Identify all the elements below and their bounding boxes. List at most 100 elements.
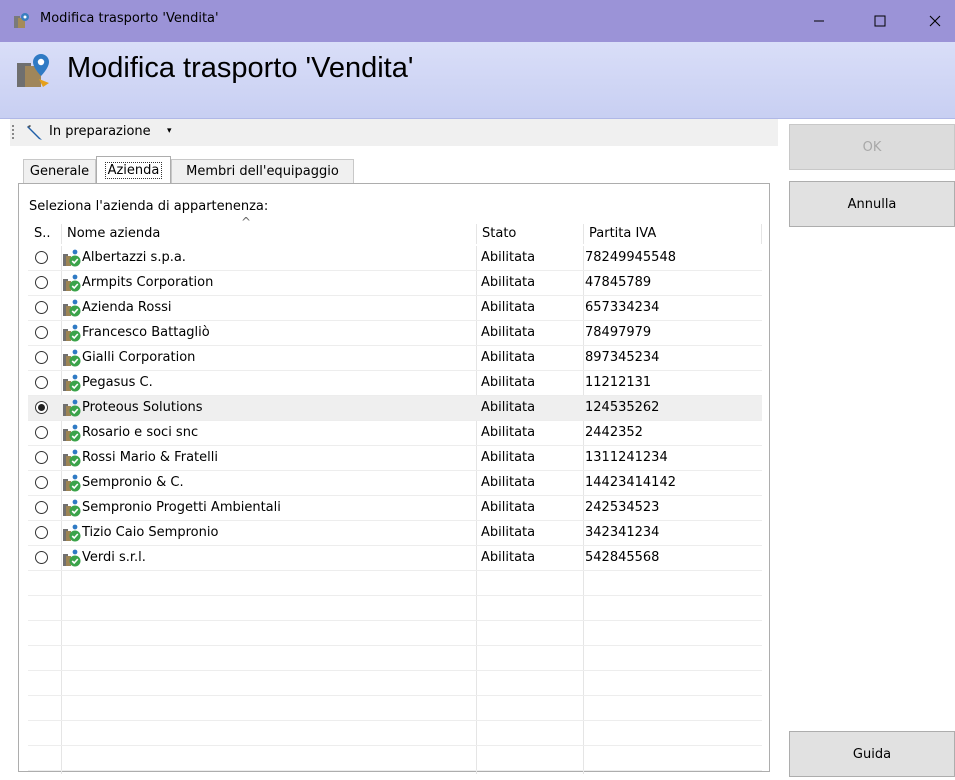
company-radio[interactable] (35, 376, 48, 389)
company-name: Verdi s.r.l. (82, 550, 146, 565)
company-radio[interactable] (35, 476, 48, 489)
company-vat: 78249945548 (585, 250, 676, 265)
company-vat: 124535262 (585, 400, 660, 415)
table-row[interactable]: Verdi s.r.l. Abilitata 542845568 (28, 546, 762, 571)
column-header-name[interactable]: Nome azienda (61, 222, 476, 246)
company-enabled-icon (63, 349, 81, 367)
company-name: Azienda Rossi (82, 300, 172, 315)
company-vat: 657334234 (585, 300, 660, 315)
company-vat: 342341234 (585, 525, 660, 540)
table-row[interactable]: Azienda Rossi Abilitata 657334234 (28, 296, 762, 321)
tab-azienda[interactable]: Azienda (96, 156, 171, 184)
window-title: Modifica trasporto 'Vendita' (40, 11, 219, 26)
ok-button[interactable]: OK (789, 124, 955, 170)
status-toolbar: In preparazione ▾ (10, 119, 778, 146)
column-header-select[interactable]: S.. (28, 222, 61, 246)
company-vat: 242534523 (585, 500, 660, 515)
company-enabled-icon (63, 549, 81, 567)
company-vat: 47845789 (585, 275, 652, 290)
page-title: Modifica trasporto 'Vendita' (67, 52, 414, 84)
company-enabled-icon (63, 524, 81, 542)
company-radio[interactable] (35, 326, 48, 339)
table-header: S.. Nome azienda ^ Stato Partita IVA (28, 215, 763, 246)
close-button[interactable] (912, 0, 955, 42)
tab-membri-equipaggio[interactable]: Membri dell'equipaggio (171, 159, 354, 183)
table-row[interactable]: Rosario e soci snc Abilitata 2442352 (28, 421, 762, 446)
azienda-panel: Seleziona l'azienda di appartenenza: S..… (18, 183, 770, 774)
help-button[interactable]: Guida (789, 731, 955, 777)
company-enabled-icon (63, 474, 81, 492)
company-status: Abilitata (481, 400, 536, 415)
chevron-down-icon[interactable]: ▾ (167, 126, 172, 136)
company-vat: 78497979 (585, 325, 652, 340)
table-row[interactable]: Albertazzi s.p.a. Abilitata 78249945548 (28, 246, 762, 271)
company-radio[interactable] (35, 426, 48, 439)
panel-caption: Seleziona l'azienda di appartenenza: (29, 199, 269, 214)
empty-table-row (28, 596, 762, 621)
maximize-button[interactable] (857, 0, 903, 42)
minimize-button[interactable] (796, 0, 842, 42)
company-name: Rossi Mario & Fratelli (82, 450, 218, 465)
cancel-button[interactable]: Annulla (789, 181, 955, 227)
company-status: Abilitata (481, 500, 536, 515)
company-radio[interactable] (35, 551, 48, 564)
status-dropdown[interactable]: In preparazione (49, 124, 151, 139)
company-name: Gialli Corporation (82, 350, 196, 365)
table-row[interactable]: Proteous Solutions Abilitata 124535262 (28, 396, 762, 421)
company-enabled-icon (63, 299, 81, 317)
company-radio[interactable] (35, 351, 48, 364)
company-enabled-icon (63, 499, 81, 517)
dialog-header: Modifica trasporto 'Vendita' (0, 42, 955, 119)
table-row[interactable]: Gialli Corporation Abilitata 897345234 (28, 346, 762, 371)
empty-table-row (28, 646, 762, 671)
table-row[interactable]: Francesco Battagliò Abilitata 78497979 (28, 321, 762, 346)
company-status: Abilitata (481, 325, 536, 340)
company-name: Sempronio & C. (82, 475, 184, 490)
column-header-vat[interactable]: Partita IVA (583, 222, 761, 246)
table-row[interactable]: Armpits Corporation Abilitata 47845789 (28, 271, 762, 296)
maximize-icon (874, 15, 886, 27)
table-row[interactable]: Tizio Caio Sempronio Abilitata 342341234 (28, 521, 762, 546)
company-enabled-icon (63, 374, 81, 392)
table-row[interactable]: Sempronio & C. Abilitata 14423414142 (28, 471, 762, 496)
pencil-icon (27, 125, 42, 140)
column-header-status[interactable]: Stato (476, 222, 583, 246)
table-row[interactable]: Rossi Mario & Fratelli Abilitata 131124123… (28, 446, 762, 471)
minimize-icon (814, 20, 824, 22)
toolbar-grip[interactable] (12, 125, 14, 141)
company-vat: 14423414142 (585, 475, 676, 490)
company-radio[interactable] (35, 401, 48, 414)
company-name: Francesco Battagliò (82, 325, 210, 340)
company-vat: 1311241234 (585, 450, 668, 465)
close-icon (929, 15, 941, 27)
company-radio[interactable] (35, 451, 48, 464)
title-bar: Modifica trasporto 'Vendita' (0, 0, 955, 42)
company-vat: 542845568 (585, 550, 660, 565)
table-row[interactable]: Pegasus C. Abilitata 11212131 (28, 371, 762, 396)
company-enabled-icon (63, 249, 81, 267)
empty-table-row (28, 721, 762, 746)
company-status: Abilitata (481, 350, 536, 365)
company-radio[interactable] (35, 526, 48, 539)
app-transport-icon (17, 54, 49, 87)
sort-ascending-icon: ^ (241, 215, 252, 229)
company-radio[interactable] (35, 251, 48, 264)
tab-generale[interactable]: Generale (23, 159, 96, 183)
company-name: Sempronio Progetti Ambientali (82, 500, 281, 515)
app-transport-icon (14, 13, 29, 28)
company-status: Abilitata (481, 425, 536, 440)
company-radio[interactable] (35, 301, 48, 314)
company-name: Pegasus C. (82, 375, 153, 390)
company-enabled-icon (63, 449, 81, 467)
company-radio[interactable] (35, 501, 48, 514)
company-vat: 897345234 (585, 350, 660, 365)
company-status: Abilitata (481, 450, 536, 465)
company-enabled-icon (63, 324, 81, 342)
company-radio[interactable] (35, 276, 48, 289)
company-status: Abilitata (481, 475, 536, 490)
empty-table-row (28, 746, 762, 771)
company-name: Tizio Caio Sempronio (82, 525, 219, 540)
company-status: Abilitata (481, 300, 536, 315)
company-status: Abilitata (481, 550, 536, 565)
table-row[interactable]: Sempronio Progetti Ambientali Abilitata 24… (28, 496, 762, 521)
